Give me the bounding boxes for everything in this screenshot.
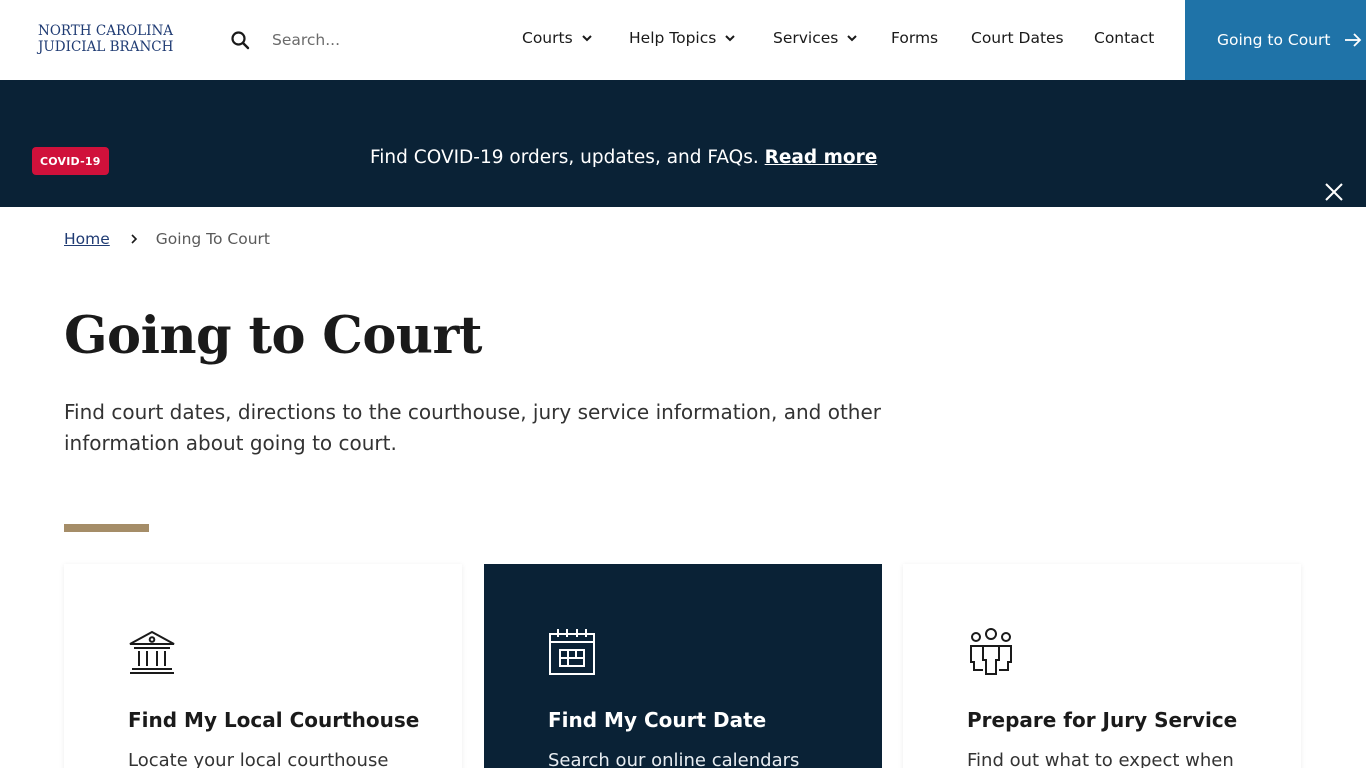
search-icon[interactable]	[230, 30, 250, 50]
chevron-down-icon	[847, 35, 858, 42]
nav-contact-label: Contact	[1094, 29, 1155, 47]
going-to-court-button[interactable]: Going to Court	[1185, 0, 1366, 80]
nav-services-label: Services	[773, 29, 839, 47]
logo-line-1: NORTH CAROLINA	[38, 23, 174, 39]
nav-courts-label: Courts	[522, 29, 573, 47]
courthouse-icon	[129, 630, 175, 674]
cta-label: Going to Court	[1217, 31, 1331, 49]
read-more-link[interactable]: Read more	[765, 147, 878, 168]
breadcrumb-home-link[interactable]: Home	[64, 230, 110, 248]
card-find-courthouse[interactable]: Find My Local Courthouse Locate your loc…	[64, 564, 462, 768]
search-input[interactable]	[266, 26, 466, 54]
covid-badge: COVID-19	[32, 147, 109, 175]
card-description: Locate your local courthouse	[128, 750, 389, 768]
page-intro: Find court dates, directions to the cour…	[64, 400, 881, 455]
close-icon[interactable]	[1324, 182, 1344, 202]
card-find-court-date[interactable]: Find My Court Date Search our online cal…	[484, 564, 882, 768]
card-jury-service[interactable]: Prepare for Jury Service Find out what t…	[903, 564, 1301, 768]
site-logo[interactable]: NORTH CAROLINA JUDICIAL BRANCH	[38, 23, 188, 55]
page-title: Going to Court	[64, 306, 482, 366]
nav-forms-label: Forms	[891, 29, 939, 47]
chevron-right-icon	[131, 234, 137, 244]
nav-courts[interactable]: Courts	[522, 29, 595, 47]
people-icon	[970, 628, 1012, 675]
covid-alert-banner: COVID-19 Find COVID-19 orders, updates, …	[0, 80, 1366, 207]
nav-services[interactable]: Services	[773, 29, 860, 47]
nav-court-dates-label: Court Dates	[971, 29, 1064, 47]
breadcrumb-current: Going To Court	[155, 230, 270, 248]
card-description: Search our online calendars	[548, 750, 800, 768]
logo-line-2: JUDICIAL BRANCH	[38, 38, 174, 55]
accent-divider	[64, 524, 149, 532]
chevron-down-icon	[725, 35, 736, 42]
card-title: Find My Local Courthouse	[128, 708, 420, 732]
chevron-down-icon	[581, 35, 592, 42]
calendar-icon	[549, 629, 595, 675]
site-header: NORTH CAROLINA JUDICIAL BRANCH Courts He…	[0, 0, 1366, 80]
nav-court-dates[interactable]: Court Dates	[971, 29, 1064, 47]
card-title: Find My Court Date	[548, 708, 767, 732]
nav-contact[interactable]: Contact	[1094, 29, 1154, 47]
arrow-right-icon	[1345, 33, 1362, 47]
nav-help-topics-label: Help Topics	[629, 29, 717, 47]
nav-forms[interactable]: Forms	[891, 29, 938, 47]
alert-text: Find COVID-19 orders, updates, and FAQs.	[370, 147, 759, 168]
card-title: Prepare for Jury Service	[967, 708, 1238, 732]
card-description: Find out what to expect when	[967, 750, 1234, 768]
nav-help-topics[interactable]: Help Topics	[629, 29, 738, 47]
alert-message: Find COVID-19 orders, updates, and FAQs.…	[370, 147, 877, 168]
breadcrumb: Home Going To Court	[64, 230, 270, 248]
